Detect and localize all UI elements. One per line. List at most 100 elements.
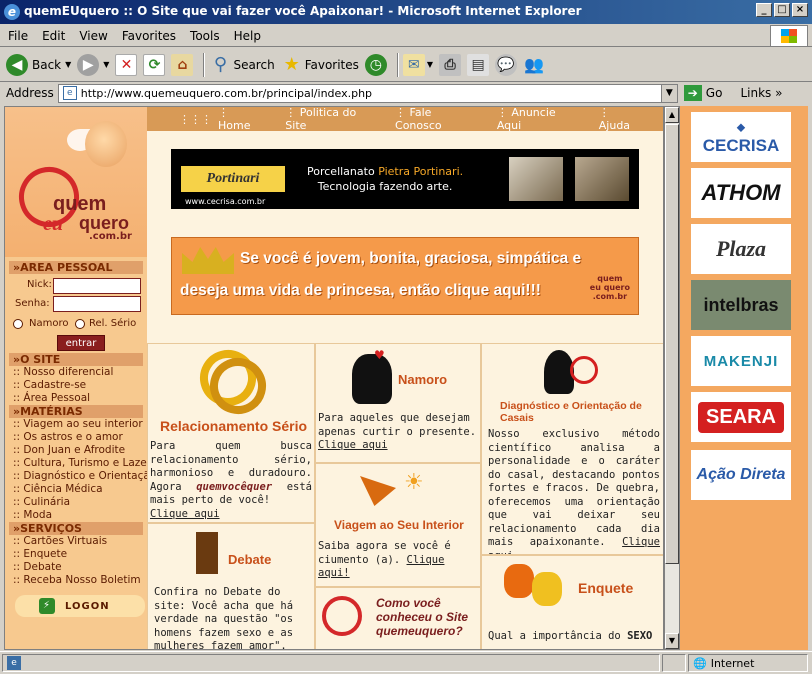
nav-nosso-diferencial[interactable]: :: Nosso diferencial [13,366,113,378]
nav-cartoes[interactable]: :: Cartões Virtuais [13,535,107,547]
messenger-button[interactable]: 👥 [523,54,545,76]
refresh-button[interactable]: ⟳ [143,53,166,76]
podium-icon [196,532,218,574]
intelbras-logo[interactable]: intelbras [691,280,791,330]
search-button[interactable]: ⚲ Search [209,54,275,76]
history-icon: ◷ [364,53,387,76]
dropdown-icon: ▼ [65,60,72,69]
address-dropdown[interactable]: ▼ [660,84,677,102]
maximize-button[interactable]: □ [774,3,790,17]
home-icon: ⌂ [171,53,194,76]
namoro-link[interactable]: Clique aqui [318,439,388,451]
como-box[interactable]: Como você conheceu o Site quemeuquero? [315,587,481,649]
topnav-ajuda[interactable]: ⋮ Ajuda [599,107,651,132]
minimize-button[interactable]: _ [756,3,772,17]
address-input[interactable]: e http://www.quemeuquero.com.br/principa… [57,83,678,103]
seara-logo[interactable]: SEARA [691,392,791,442]
nav-enquete[interactable]: :: Enquete [13,548,67,560]
topnav-anuncie[interactable]: ⋮ Anuncie Aqui [497,107,585,132]
nav-area-pessoal[interactable]: :: Área Pessoal [13,392,90,404]
links-button[interactable]: Links » [740,86,782,100]
entrar-button[interactable]: entrar [57,335,105,351]
dropdown-icon: ▼ [103,60,110,69]
menu-view[interactable]: View [79,29,107,43]
nav-moda[interactable]: :: Moda [13,509,52,521]
logon-button[interactable]: ⚡ LOGON [15,595,145,617]
topnav-politica[interactable]: ⋮ Politica do Site [285,107,381,132]
edit-page-icon: ▤ [467,53,490,76]
browser-toolbar: ◀ Back ▼ ▶ ▼ ✕ ⟳ ⌂ ⚲ Search ★ Favorites … [0,48,812,82]
nav-boletim[interactable]: :: Receba Nosso Boletim [13,574,141,586]
nav-ciencia[interactable]: :: Ciência Médica [13,483,103,495]
menu-favorites[interactable]: Favorites [122,29,176,43]
relacionamento-title: Relacionamento Sério [160,418,308,434]
athom-logo[interactable]: ATHOM [691,168,791,218]
nav-viagem[interactable]: :: Viagem ao seu interior [13,418,143,430]
mail-button[interactable]: ✉ ▼ [402,53,434,76]
close-button[interactable]: × [792,3,808,17]
nav-cultura[interactable]: :: Cultura, Turismo e Lazer [13,457,151,469]
nav-culinaria[interactable]: :: Culinária [13,496,70,508]
senha-label: Senha: [15,298,50,309]
mask-icon [504,564,534,598]
cecrisa-banner[interactable]: Portinari www.cecrisa.com.br Porcellanat… [171,149,639,209]
nav-don-juan[interactable]: :: Don Juan e Afrodite [13,444,125,456]
forward-button[interactable]: ▶ ▼ [77,53,110,76]
nav-diagnostico[interactable]: :: Diagnóstico e Orientação [13,470,156,482]
dropdown-icon: ▼ [426,60,434,69]
nick-label: Nick: [27,279,52,290]
nick-input[interactable] [53,278,141,294]
cecrisa-logo[interactable]: ⬩ CECRISA [691,112,791,162]
home-button[interactable]: ⌂ [171,53,194,76]
edit-button[interactable]: ▤ [467,53,490,76]
relacionamento-link[interactable]: Clique aqui [150,508,220,520]
plaza-logo[interactable]: Plaza [691,224,791,274]
o-site-header: »O SITE [9,353,143,366]
mail-icon: ✉ [402,53,425,76]
crown-icon [182,247,234,274]
debate-title: Debate [228,552,272,567]
senha-input[interactable] [53,296,141,312]
namoro-box: ♥ Namoro Para aqueles que desejam apenas… [315,343,481,463]
viagem-title: Viagem ao Seu Interior [334,518,464,532]
topnav-fale[interactable]: ⋮ Fale Conosco [395,107,483,132]
makenji-logo[interactable]: MAKENJI [691,336,791,386]
print-button[interactable]: ⎙ [439,53,462,76]
nav-debate[interactable]: :: Debate [13,561,62,573]
rel-serio-radio[interactable] [75,319,85,329]
left-sidebar: quem eu quero .com.br »AREA PESSOAL Nick… [5,107,156,649]
page-icon: e [62,86,77,100]
scroll-up-button[interactable]: ▲ [665,107,679,123]
discuss-button[interactable]: 💬 [495,53,518,76]
area-pessoal-header: »AREA PESSOAL [9,261,143,274]
scroll-down-button[interactable]: ▼ [665,633,679,649]
back-button[interactable]: ◀ Back ▼ [6,53,72,76]
favorites-button[interactable]: ★ Favorites [281,54,359,76]
menu-file[interactable]: File [8,29,28,43]
main-content: Portinari www.cecrisa.com.br Porcellanat… [147,131,663,649]
menu-tools[interactable]: Tools [190,29,220,43]
vertical-scrollbar[interactable]: ▲ ▼ [664,106,680,650]
nav-cadastre-se[interactable]: :: Cadastre-se [13,379,86,391]
refresh-icon: ⟳ [143,53,166,76]
history-button[interactable]: ◷ [364,53,387,76]
menu-help[interactable]: Help [234,29,261,43]
sponsor-column: ⬩ CECRISA ATHOM Plaza intelbras MAKENJI S… [680,106,808,650]
topnav-home[interactable]: ⋮ Home [218,107,271,132]
go-button[interactable]: ➔ Go [683,85,722,101]
namoro-radio[interactable] [13,319,23,329]
site-top-nav: ⋮⋮⋮ ⋮ Home ⋮ Politica do Site ⋮ Fale Con… [147,107,663,132]
viagem-box: ☀ Viagem ao Seu Interior Saiba agora se … [315,463,481,587]
princess-banner[interactable]: Se você é jovem, bonita, graciosa, simpá… [171,237,639,315]
stop-button[interactable]: ✕ [115,53,138,76]
nav-astros[interactable]: :: Os astros e o amor [13,431,123,443]
menu-edit[interactable]: Edit [42,29,65,43]
security-zone: 🌐 Internet [688,654,808,672]
heart-icon: ♥ [374,348,385,362]
page-status-icon: e [7,656,21,670]
site-logo[interactable]: quem eu quero .com.br [5,107,147,257]
address-url: http://www.quemeuquero.com.br/principal/… [80,86,373,100]
scroll-thumb[interactable] [665,124,679,564]
acao-direta-logo[interactable]: Ação Direta [691,450,791,500]
print-icon: ⎙ [439,53,462,76]
